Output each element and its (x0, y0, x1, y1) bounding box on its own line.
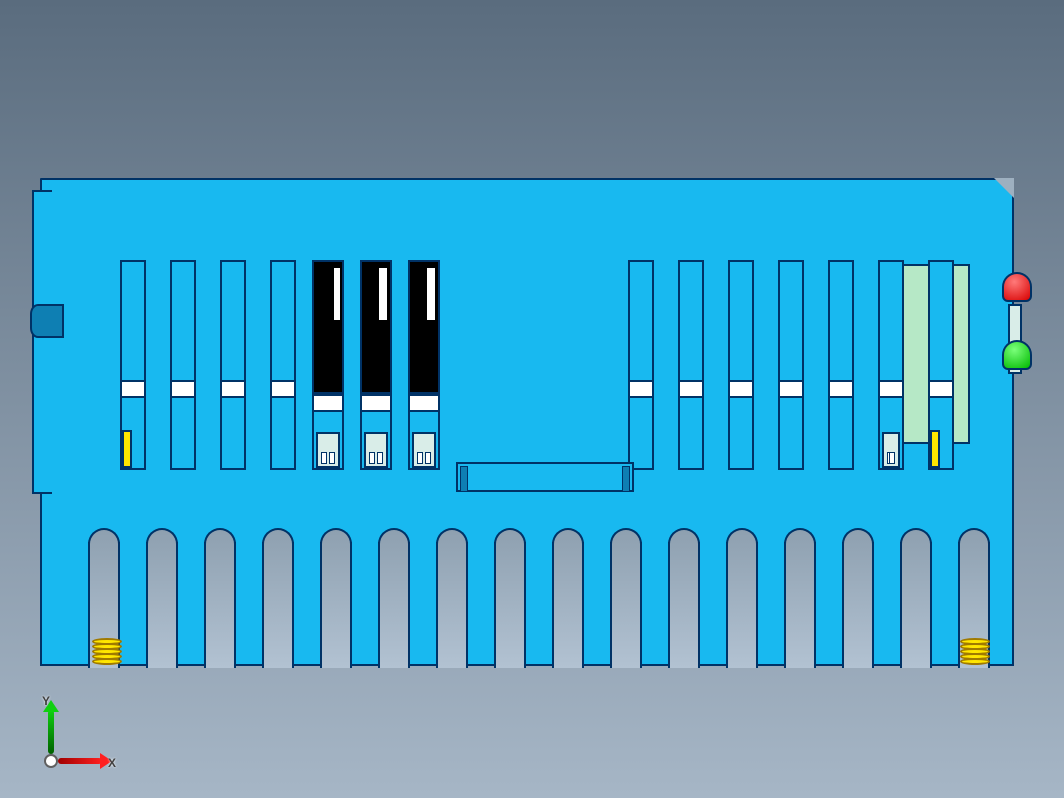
cad-viewport[interactable]: X Y (0, 0, 1064, 798)
insert-stripe (334, 268, 340, 320)
slot-band (122, 380, 144, 398)
slot-14[interactable] (928, 260, 954, 470)
fin-gap (726, 528, 758, 668)
corner-chamfer (994, 178, 1014, 198)
slot-opening (830, 262, 852, 364)
slot-band (680, 380, 702, 398)
fin-gap (552, 528, 584, 668)
y-axis-label: Y (42, 694, 50, 708)
slot-13[interactable] (878, 260, 904, 470)
slot-1[interactable] (120, 260, 146, 470)
slot-12[interactable] (828, 260, 854, 470)
slot-band (880, 380, 902, 398)
x-axis-label: X (108, 756, 116, 770)
slot-11[interactable] (778, 260, 804, 470)
pin-right (377, 452, 383, 464)
spring-right[interactable] (960, 640, 990, 670)
x-axis-arrow (58, 758, 102, 764)
model-assembly[interactable] (30, 178, 1034, 666)
slot-band (410, 394, 438, 412)
slot-band (172, 380, 194, 398)
fin-gap (668, 528, 700, 668)
spring-left[interactable] (92, 640, 122, 670)
slot-3[interactable] (220, 260, 246, 470)
slot-2[interactable] (170, 260, 196, 470)
fin-gap (494, 528, 526, 668)
fin-gap (146, 528, 178, 668)
slot-opening (172, 262, 194, 364)
slot-band (272, 380, 294, 398)
fin-gap (378, 528, 410, 668)
slot-10[interactable] (728, 260, 754, 470)
coordinate-triad[interactable]: X Y (24, 694, 114, 774)
fin-gap (320, 528, 352, 668)
slot-9[interactable] (678, 260, 704, 470)
slot-black-insert (362, 262, 390, 394)
insert-stripe (427, 268, 435, 320)
fin-gap (610, 528, 642, 668)
center-mounting-plate[interactable] (456, 462, 634, 492)
pin-left (417, 452, 423, 464)
pin-right (425, 452, 431, 464)
slot-5-black[interactable] (312, 260, 344, 470)
slot-band (830, 380, 852, 398)
slot-opening (780, 262, 802, 364)
yellow-terminal (122, 430, 132, 468)
fin-gap (784, 528, 816, 668)
fin-gap (204, 528, 236, 668)
slot-6-black[interactable] (360, 260, 392, 470)
y-axis-arrow (48, 710, 54, 754)
insert-stripe (379, 268, 387, 320)
slot-7-black[interactable] (408, 260, 440, 470)
slot-band (930, 380, 952, 398)
slot-opening (272, 262, 294, 364)
fin-gap (262, 528, 294, 668)
heatsink-fins[interactable] (40, 500, 1014, 666)
slot-band (314, 394, 342, 412)
terminal-block[interactable] (316, 432, 340, 468)
yellow-terminal (930, 430, 940, 468)
slot-band (362, 394, 390, 412)
slot-opening (122, 262, 144, 364)
triad-origin (44, 754, 58, 768)
slot-band (630, 380, 652, 398)
fin-gap (842, 528, 874, 668)
slot-opening (930, 262, 952, 364)
slot-8[interactable] (628, 260, 654, 470)
terminal-block[interactable] (412, 432, 436, 468)
pin-right (329, 452, 335, 464)
led-red[interactable] (1002, 272, 1032, 302)
terminal-block[interactable] (364, 432, 388, 468)
slot-band (730, 380, 752, 398)
slot-black-insert (410, 262, 438, 394)
fin-gap (436, 528, 468, 668)
led-green[interactable] (1002, 340, 1032, 370)
slot-opening (222, 262, 244, 364)
fin-gap (900, 528, 932, 668)
slot-black-insert (314, 262, 342, 394)
pin-right (889, 452, 895, 464)
enclosure-body[interactable] (40, 178, 1014, 502)
slot-4[interactable] (270, 260, 296, 470)
slot-opening (680, 262, 702, 364)
slot-opening (730, 262, 752, 364)
slot-opening (880, 262, 902, 364)
slot-opening (630, 262, 652, 364)
slot-band (222, 380, 244, 398)
slot-band (780, 380, 802, 398)
pin-left (369, 452, 375, 464)
terminal-block[interactable] (882, 432, 900, 468)
pin-left (321, 452, 327, 464)
